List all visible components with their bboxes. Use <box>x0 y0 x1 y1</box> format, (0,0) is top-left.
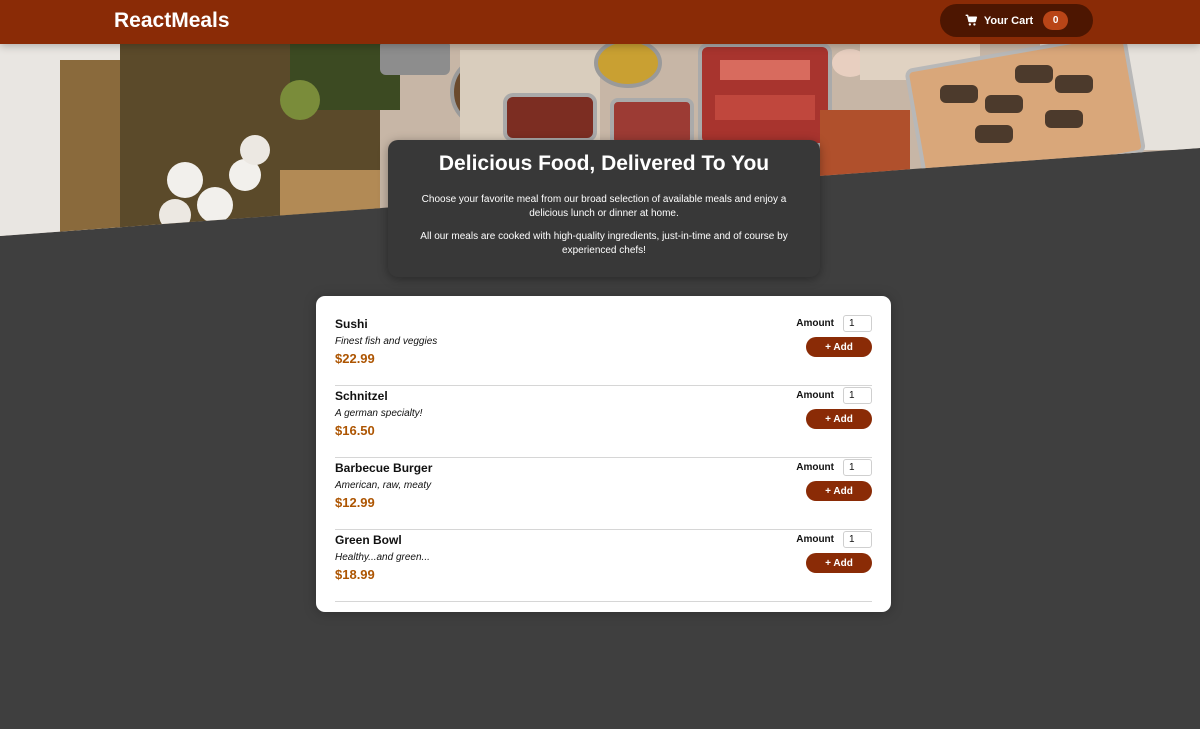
meal-name: Barbecue Burger <box>335 461 433 475</box>
meal-name: Schnitzel <box>335 389 388 403</box>
meal-price: $12.99 <box>335 495 375 510</box>
meal-description: Healthy...and green... <box>335 552 430 563</box>
add-to-cart-button[interactable]: + Add <box>806 553 872 573</box>
meal-description: Finest fish and veggies <box>335 336 438 347</box>
meal-price: $22.99 <box>335 351 375 366</box>
add-to-cart-button[interactable]: + Add <box>806 409 872 429</box>
amount-label: Amount <box>796 462 834 473</box>
meal-name: Green Bowl <box>335 533 402 547</box>
meals-summary: Delicious Food, Delivered To You Choose … <box>388 140 820 277</box>
meal-item: Barbecue Burger American, raw, meaty $12… <box>335 458 872 530</box>
amount-input[interactable] <box>843 315 872 332</box>
add-to-cart-button[interactable]: + Add <box>806 481 872 501</box>
cart-icon <box>965 14 978 27</box>
meal-item: Green Bowl Healthy...and green... $18.99… <box>335 530 872 602</box>
summary-paragraph-1: Choose your favorite meal from our broad… <box>421 194 787 219</box>
meal-description: A german specialty! <box>335 408 423 419</box>
cart-label: Your Cart <box>983 14 1034 27</box>
meal-price: $16.50 <box>335 423 375 438</box>
amount-label: Amount <box>796 390 834 401</box>
summary-paragraph-2: All our meals are cooked with high-quali… <box>420 231 788 256</box>
amount-input[interactable] <box>843 459 872 476</box>
available-meals-card: Sushi Finest fish and veggies $22.99 Amo… <box>316 296 891 612</box>
summary-title: Delicious Food, Delivered To You <box>438 152 770 175</box>
brand-logo: ReactMeals <box>114 9 230 32</box>
meal-description: American, raw, meaty <box>335 480 432 491</box>
amount-input[interactable] <box>843 387 872 404</box>
add-to-cart-button[interactable]: + Add <box>806 337 872 357</box>
amount-input[interactable] <box>843 531 872 548</box>
amount-label: Amount <box>796 318 834 329</box>
amount-label: Amount <box>796 534 834 545</box>
meal-name: Sushi <box>335 317 368 331</box>
meal-price: $18.99 <box>335 567 375 582</box>
meal-item: Sushi Finest fish and veggies $22.99 Amo… <box>335 314 872 386</box>
cart-button[interactable]: Your Cart 0 <box>940 4 1093 37</box>
site-header: ReactMeals Your Cart 0 <box>0 0 1200 44</box>
meal-item: Schnitzel A german specialty! $16.50 Amo… <box>335 386 872 458</box>
cart-count-badge: 0 <box>1043 11 1069 30</box>
